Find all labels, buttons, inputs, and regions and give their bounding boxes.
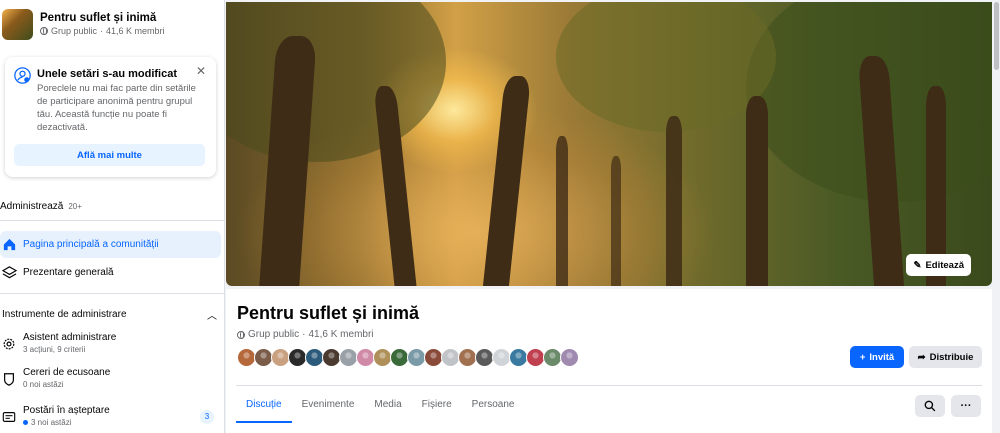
page-scrollbar[interactable] <box>992 0 1000 433</box>
dot-separator: · <box>302 329 306 340</box>
tool-text: Asistent administrare 3 acțiuni, 9 crite… <box>23 332 116 354</box>
tab-events[interactable]: Evenimente <box>292 386 365 423</box>
divider <box>0 220 224 221</box>
nav-item-community-home[interactable]: Pagina principală a comunității <box>0 231 221 258</box>
tab-discussion[interactable]: Discuție <box>236 386 292 423</box>
canopy-shape <box>226 2 446 162</box>
notice-body: Poreclele nu mai fac parte din setările … <box>37 83 196 133</box>
tree-trunk <box>666 116 682 286</box>
tool-title: Asistent administrare <box>23 332 117 343</box>
tool-title: Cereri de ecusoane <box>23 367 111 378</box>
admin-header: Administrează 20+ <box>0 201 82 212</box>
tool-subtitle: 3 acțiuni, 9 criterii <box>23 345 86 354</box>
tool-subtitle: 0 noi astăzi <box>23 380 64 389</box>
group-thumbnail[interactable] <box>2 8 33 40</box>
cover-photo[interactable]: ✎ Editează <box>226 2 992 286</box>
chevron-up-icon[interactable]: ︿ <box>207 307 217 322</box>
edit-cover-label: Editează <box>925 259 964 271</box>
admin-tools-header[interactable]: Instrumente de administrare ︿ <box>2 307 217 322</box>
divider <box>0 293 224 294</box>
pencil-icon: ✎ <box>913 259 922 271</box>
settings-changed-notice: Unele setări s-au modificat ✕ Poreclele … <box>5 57 216 177</box>
admin-label: Administrează <box>0 201 64 212</box>
group-info-panel: Pentru suflet și inimă Grup public · 41,… <box>226 289 992 433</box>
group-header[interactable]: Pentru suflet și inimă Grup public · 41,… <box>0 0 224 48</box>
unread-dot <box>23 420 28 425</box>
plus-icon: + <box>859 351 866 363</box>
share-label: Distribuie <box>929 351 974 363</box>
globe-icon <box>40 27 48 35</box>
share-arrow-icon: ➦ <box>917 351 926 363</box>
tree-trunk <box>482 76 532 286</box>
home-icon <box>3 238 16 251</box>
learn-more-button[interactable]: Află mai multe <box>14 144 205 166</box>
dot-separator: · <box>100 26 104 36</box>
tool-text: Cereri de ecusoane 0 noi astăzi <box>23 367 110 389</box>
user-settings-icon <box>14 67 31 84</box>
tool-badge-requests[interactable]: Cereri de ecusoane 0 noi astăzi <box>2 367 220 397</box>
group-name[interactable]: Pentru suflet și inimă <box>40 12 165 24</box>
group-tabs: Discuție Evenimente Media Fișiere Persoa… <box>236 386 524 423</box>
group-meta: Pentru suflet și inimă Grup public · 41,… <box>40 12 165 36</box>
admin-tools-label: Instrumente de administrare <box>2 309 127 320</box>
more-icon: ··· <box>960 400 972 412</box>
canopy-shape <box>556 2 776 132</box>
nav-label: Pagina principală a comunității <box>23 239 159 250</box>
close-icon[interactable]: ✕ <box>194 64 208 78</box>
layers-icon <box>2 266 17 279</box>
gear-icon <box>3 338 15 350</box>
tab-people[interactable]: Persoane <box>462 386 525 423</box>
tab-media[interactable]: Media <box>364 386 411 423</box>
nav-label: Prezentare generală <box>23 267 114 278</box>
share-button[interactable]: ➦ Distribuie <box>909 346 982 368</box>
nav-item-overview[interactable]: Prezentare generală <box>0 259 221 286</box>
edit-cover-button[interactable]: ✎ Editează <box>906 254 971 276</box>
admin-count: 20+ <box>68 202 82 211</box>
admin-sidebar: Pentru suflet și inimă Grup public · 41,… <box>0 0 225 433</box>
invite-label: Invită <box>869 351 895 363</box>
tree-trunk <box>611 156 621 286</box>
scrollbar-thumb[interactable] <box>994 2 999 70</box>
tree-trunk <box>746 96 768 286</box>
tool-admin-assistant[interactable]: Asistent administrare 3 acțiuni, 9 crite… <box>2 332 220 362</box>
tool-pending-posts[interactable]: Postări în așteptare 3 noi astăzi 3 <box>2 405 220 433</box>
group-meta-line: Grup public · 41,6 K membri <box>237 329 374 340</box>
search-button[interactable] <box>915 395 945 417</box>
member-avatars[interactable] <box>237 348 579 367</box>
member-avatar[interactable] <box>560 348 579 367</box>
tree-trunk <box>556 136 568 286</box>
group-title[interactable]: Pentru suflet și inimă <box>237 303 419 324</box>
group-subtitle: Grup public · 41,6 K membri <box>40 26 165 36</box>
group-member-count[interactable]: 41,6 K membri <box>308 329 373 340</box>
pending-count-badge: 3 <box>200 410 214 424</box>
posts-icon <box>2 412 16 422</box>
shield-icon <box>4 373 14 386</box>
globe-icon <box>237 330 245 339</box>
more-options-button[interactable]: ··· <box>951 395 981 417</box>
group-member-count: 41,6 K membri <box>106 26 165 36</box>
group-privacy[interactable]: Grup public <box>248 329 299 340</box>
tool-title: Postări în așteptare <box>23 405 110 416</box>
tool-subtitle: 3 noi astăzi <box>23 418 110 427</box>
notice-title: Unele setări s-au modificat <box>37 68 177 80</box>
tool-text: Postări în așteptare 3 noi astăzi <box>23 405 110 427</box>
tab-files[interactable]: Fișiere <box>412 386 462 423</box>
group-privacy: Grup public <box>51 26 98 36</box>
group-main: ✎ Editează Pentru suflet și inimă Grup p… <box>226 0 992 433</box>
invite-button[interactable]: + Invită <box>850 346 904 368</box>
search-icon <box>924 400 936 412</box>
